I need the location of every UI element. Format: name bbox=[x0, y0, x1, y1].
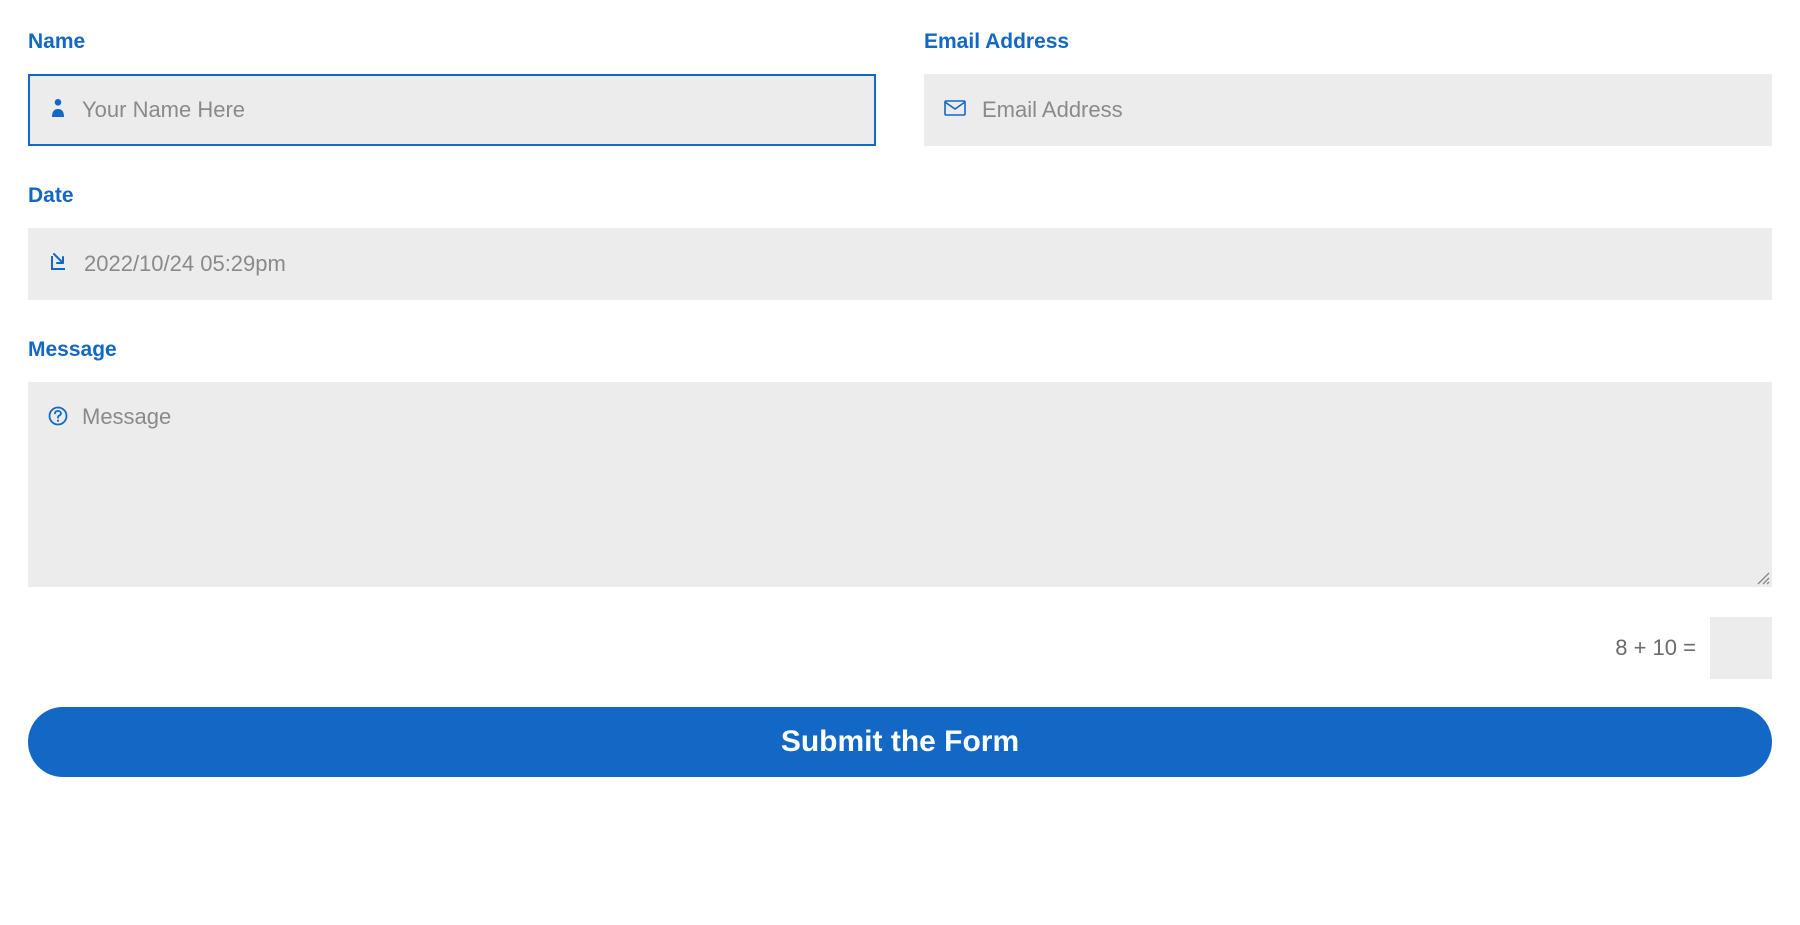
email-label: Email Address bbox=[924, 30, 1772, 54]
user-icon bbox=[50, 98, 66, 123]
captcha-question: 8 + 10 = bbox=[1615, 635, 1696, 661]
name-label: Name bbox=[28, 30, 876, 54]
email-input[interactable] bbox=[982, 74, 1752, 146]
resize-handle-icon[interactable] bbox=[1756, 571, 1770, 585]
message-input-wrap[interactable] bbox=[28, 382, 1772, 587]
name-input[interactable] bbox=[82, 76, 854, 144]
contact-form: Name Email Address bbox=[28, 30, 1772, 777]
mail-icon bbox=[944, 100, 966, 121]
row-name-email: Name Email Address bbox=[28, 30, 1772, 146]
question-circle-icon bbox=[48, 406, 68, 565]
email-field-group: Email Address bbox=[924, 30, 1772, 146]
date-label: Date bbox=[28, 184, 1772, 208]
arrow-box-icon bbox=[48, 252, 68, 277]
date-input-wrap[interactable] bbox=[28, 228, 1772, 300]
captcha-input[interactable] bbox=[1710, 617, 1772, 679]
date-field-group: Date bbox=[28, 184, 1772, 300]
submit-button[interactable]: Submit the Form bbox=[28, 707, 1772, 777]
name-input-wrap[interactable] bbox=[28, 74, 876, 146]
message-textarea[interactable] bbox=[82, 404, 1752, 565]
captcha-row: 8 + 10 = bbox=[28, 617, 1772, 679]
message-label: Message bbox=[28, 338, 1772, 362]
date-input[interactable] bbox=[84, 228, 1752, 300]
name-field-group: Name bbox=[28, 30, 876, 146]
email-input-wrap[interactable] bbox=[924, 74, 1772, 146]
message-field-group: Message bbox=[28, 338, 1772, 587]
